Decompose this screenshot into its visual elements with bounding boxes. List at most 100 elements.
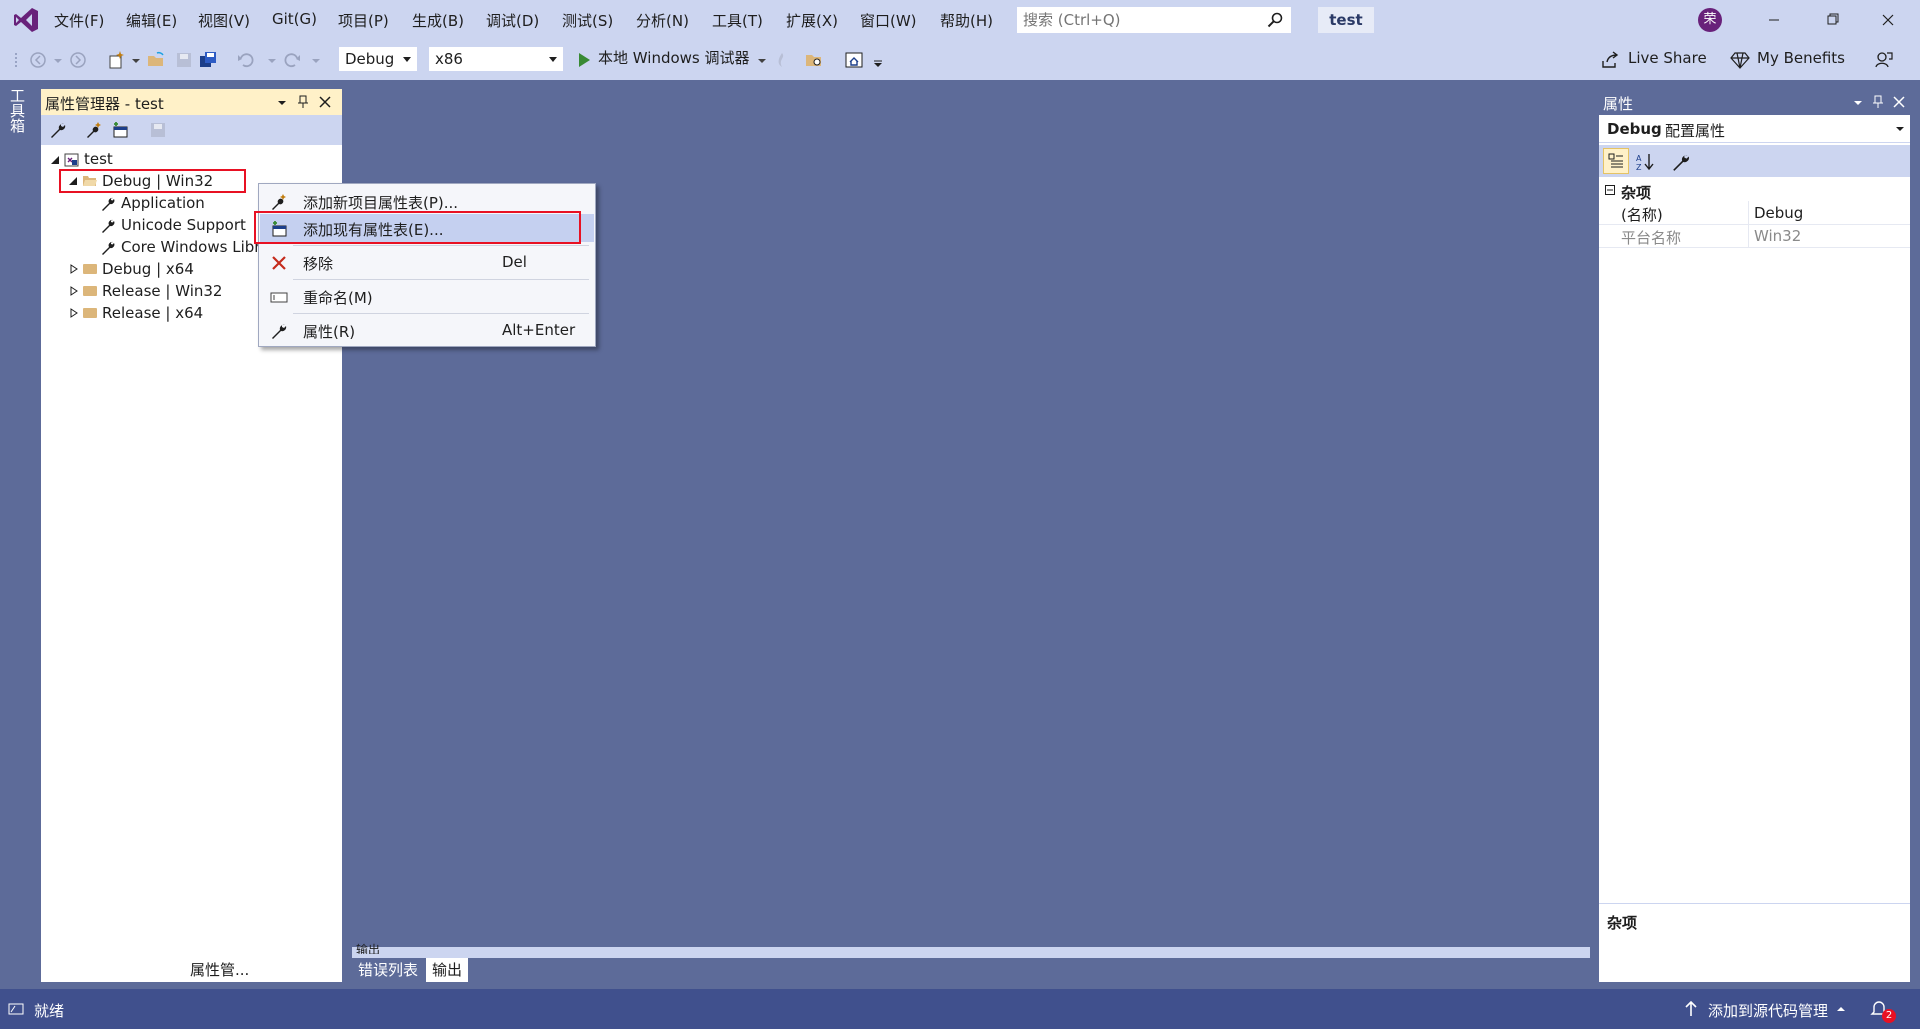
navigate-back-icon[interactable] <box>28 50 48 70</box>
tab-class-view[interactable]: 类视图 <box>125 958 182 982</box>
add-to-source-control-button[interactable]: 添加到源代码管理 <box>1708 1000 1828 1021</box>
home-window-icon[interactable] <box>844 50 864 70</box>
diamond-icon[interactable] <box>1730 50 1750 70</box>
minimize-icon[interactable] <box>1754 6 1794 34</box>
search-box[interactable] <box>1016 6 1292 34</box>
toolbar-options-icon[interactable] <box>868 50 888 70</box>
tab-output[interactable]: 输出 <box>426 958 469 982</box>
avatar[interactable]: 荣 <box>1698 8 1722 32</box>
navigate-forward-icon[interactable] <box>68 50 88 70</box>
menu-build[interactable]: 生成(B) <box>412 10 464 31</box>
object-selector[interactable]: Debug 配置属性 <box>1599 115 1910 143</box>
arrow-up-icon <box>1685 1001 1697 1016</box>
chevron-up-icon[interactable] <box>1836 1005 1846 1013</box>
property-pages-wrench-icon[interactable] <box>1671 152 1691 172</box>
menu-debug[interactable]: 调试(D) <box>486 10 539 31</box>
hot-reload-icon[interactable] <box>772 50 792 70</box>
tree-item-config[interactable]: Release | Win32 <box>102 282 222 300</box>
folder-icon <box>83 264 97 274</box>
menu-git[interactable]: Git(G) <box>272 10 317 28</box>
remove-x-icon <box>272 256 286 270</box>
menu-help[interactable]: 帮助(H) <box>940 10 993 31</box>
property-manager-title-bar: 属性管理器 - test <box>41 89 342 115</box>
menu-file[interactable]: 文件(F) <box>54 10 104 31</box>
object-type: 配置属性 <box>1665 122 1726 140</box>
solution-configuration-select[interactable]: Debug <box>338 46 418 72</box>
chevron-down-icon[interactable] <box>262 50 282 70</box>
new-project-icon[interactable] <box>106 50 126 70</box>
menu-project[interactable]: 项目(P) <box>338 10 389 31</box>
menu-tools[interactable]: 工具(T) <box>712 10 763 31</box>
search-icon[interactable] <box>1267 12 1283 28</box>
tree-item-config[interactable]: Release | x64 <box>102 304 203 322</box>
redo-icon[interactable] <box>282 50 302 70</box>
categorized-button[interactable] <box>1603 148 1629 174</box>
tree-item-project[interactable]: test <box>84 150 113 168</box>
close-icon[interactable] <box>319 96 331 108</box>
collapsed-triangle-icon[interactable] <box>70 308 78 318</box>
start-debugging-button[interactable]: 本地 Windows 调试器 <box>598 47 750 68</box>
close-icon[interactable] <box>1868 6 1908 34</box>
toolbox-side-tab[interactable]: 工具箱 <box>0 80 40 989</box>
menu-view[interactable]: 视图(V) <box>198 10 250 31</box>
property-category[interactable]: 杂项 <box>1599 179 1910 202</box>
property-value: Debug <box>1754 204 1804 222</box>
undo-icon[interactable] <box>236 50 256 70</box>
object-name: Debug <box>1607 120 1662 138</box>
play-icon[interactable] <box>574 50 594 70</box>
collapsed-triangle-icon[interactable] <box>70 286 78 296</box>
tree-item-property-sheet[interactable]: Unicode Support <box>121 216 246 234</box>
wrench-icon[interactable] <box>49 121 67 139</box>
menu-edit[interactable]: 编辑(E) <box>126 10 177 31</box>
property-key: 平台名称 <box>1621 229 1682 247</box>
tree-item-property-sheet[interactable]: Application <box>121 194 205 212</box>
menu-extensions[interactable]: 扩展(X) <box>786 10 838 31</box>
property-row[interactable]: 平台名称 Win32 <box>1599 224 1910 248</box>
chevron-down-icon[interactable] <box>276 97 288 109</box>
save-icon[interactable] <box>174 50 194 70</box>
live-share-icon[interactable] <box>1600 50 1620 70</box>
my-benefits-button[interactable]: My Benefits <box>1757 49 1845 67</box>
collapse-minus-icon[interactable] <box>1605 185 1615 195</box>
tab-property-manager[interactable]: 属性管... <box>184 958 280 982</box>
menu-test[interactable]: 测试(S) <box>562 10 613 31</box>
save-all-icon[interactable] <box>198 50 218 70</box>
expand-triangle-icon[interactable] <box>50 155 60 165</box>
restore-icon[interactable] <box>1812 6 1852 34</box>
tab-solution-explorer[interactable]: 解决方... <box>42 958 113 982</box>
sort-alphabetical-icon[interactable]: AZ <box>1635 152 1655 172</box>
visual-studio-logo-icon[interactable] <box>12 6 40 34</box>
pin-icon[interactable] <box>297 95 309 109</box>
collapsed-triangle-icon[interactable] <box>70 264 78 274</box>
pin-icon[interactable] <box>1872 95 1884 109</box>
chevron-down-icon[interactable] <box>48 50 68 70</box>
add-new-property-sheet-icon[interactable] <box>85 121 103 139</box>
chevron-down-icon[interactable] <box>126 50 146 70</box>
wrench-icon <box>102 197 115 211</box>
add-existing-property-sheet-icon[interactable] <box>111 121 129 139</box>
tab-error-list[interactable]: 错误列表 <box>352 958 424 982</box>
chevron-down-icon[interactable] <box>752 50 772 70</box>
column-divider <box>1748 201 1749 224</box>
menu-item-rename[interactable]: 重命名(M) <box>260 282 594 310</box>
tree-item-config[interactable]: Debug | x64 <box>102 260 194 278</box>
live-share-button[interactable]: Live Share <box>1628 49 1707 67</box>
menu-item-remove[interactable]: 移除 Del <box>260 248 594 276</box>
save-icon[interactable] <box>149 121 167 139</box>
search-input[interactable] <box>1017 7 1259 33</box>
tree-item-property-sheet[interactable]: Core Windows Libr <box>121 238 260 256</box>
tab-resource-view[interactable]: 资源视图 <box>270 958 342 982</box>
wrench-icon <box>102 219 115 233</box>
property-row[interactable]: (名称) Debug <box>1599 201 1910 225</box>
close-icon[interactable] <box>1893 96 1905 108</box>
menu-analyze[interactable]: 分析(N) <box>636 10 689 31</box>
menu-window[interactable]: 窗口(W) <box>860 10 917 31</box>
feedback-icon[interactable] <box>1874 50 1894 70</box>
solution-platform-select[interactable]: x86 <box>428 46 564 72</box>
open-folder-icon[interactable] <box>146 50 166 70</box>
folder-search-icon[interactable] <box>804 50 824 70</box>
toolbox-label: 工具箱 <box>8 88 26 133</box>
menu-item-properties[interactable]: 属性(R) Alt+Enter <box>260 316 594 344</box>
chevron-down-icon[interactable] <box>306 50 326 70</box>
chevron-down-icon[interactable] <box>1852 97 1864 109</box>
